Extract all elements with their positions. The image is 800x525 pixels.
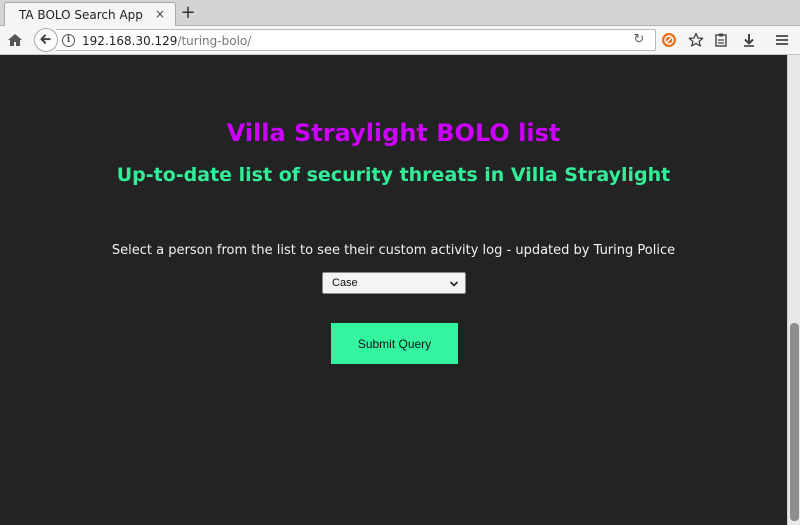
page-title: Villa Straylight BOLO list: [226, 119, 561, 147]
download-icon[interactable]: [741, 32, 757, 48]
url-bar[interactable]: i 192.168.30.129/turing-bolo/ ↻: [56, 29, 656, 51]
back-button[interactable]: [34, 28, 58, 52]
close-icon[interactable]: ×: [153, 7, 167, 21]
bookmark-star-icon[interactable]: [688, 32, 704, 48]
page-subtitle: Up-to-date list of security threats in V…: [116, 164, 671, 186]
back-arrow-icon: [40, 34, 51, 44]
scrollbar-thumb[interactable]: [790, 323, 799, 521]
tab-title: TA BOLO Search App: [19, 8, 143, 22]
vertical-scrollbar[interactable]: [787, 55, 800, 525]
instructions-text: Select a person from the list to see the…: [111, 243, 676, 258]
chevron-down-icon: [449, 281, 459, 287]
submit-query-button[interactable]: Submit Query: [331, 323, 458, 364]
menu-icon[interactable]: [774, 32, 790, 48]
person-select-value: Case: [332, 277, 358, 289]
new-tab-button[interactable]: +: [178, 3, 198, 23]
page-content: Villa Straylight BOLO list Up-to-date li…: [0, 55, 787, 525]
url-text[interactable]: 192.168.30.129/turing-bolo/: [82, 34, 251, 48]
person-select[interactable]: Case: [322, 272, 466, 294]
home-icon[interactable]: [6, 31, 24, 49]
tab-bar: TA BOLO Search App × +: [0, 0, 800, 26]
url-path: /turing-bolo/: [177, 34, 252, 48]
url-host: 192.168.30.129: [82, 34, 178, 48]
reload-icon[interactable]: ↻: [631, 32, 647, 48]
info-icon[interactable]: i: [62, 34, 75, 47]
navigation-bar: i 192.168.30.129/turing-bolo/ ↻: [0, 26, 800, 55]
reading-list-icon[interactable]: [713, 32, 729, 48]
browser-tab[interactable]: TA BOLO Search App ×: [4, 2, 176, 26]
extension-icon[interactable]: [661, 32, 677, 48]
